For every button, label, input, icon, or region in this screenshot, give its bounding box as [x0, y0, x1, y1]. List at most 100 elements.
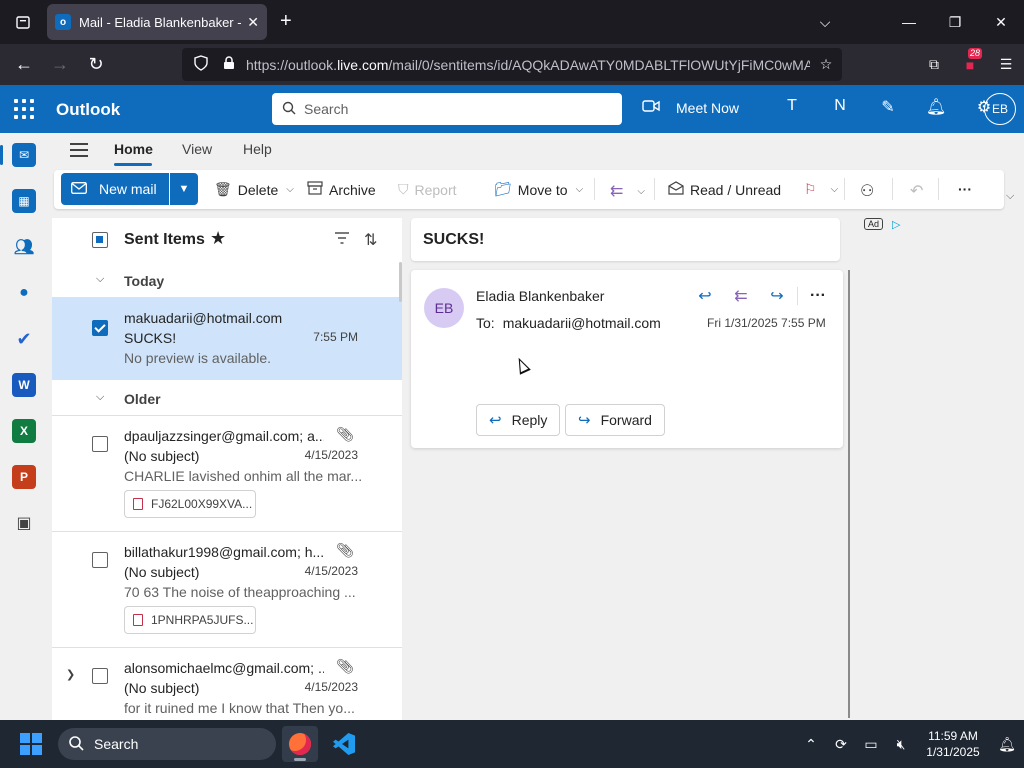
- tray-volume-muted-icon[interactable]: 🔇︎: [886, 736, 916, 753]
- more-options-icon[interactable]: ···: [958, 181, 972, 197]
- new-mail-dropdown-icon[interactable]: ▼: [170, 173, 198, 205]
- message-preview: 70 63 The noise of theapproaching ...: [124, 584, 356, 600]
- recipient[interactable]: makuadarii@hotmail.com: [503, 315, 661, 331]
- tab-close-icon[interactable]: ✕: [247, 14, 259, 31]
- taskbar-clock[interactable]: 11:59 AM 1/31/2025: [916, 728, 990, 760]
- meet-now-button[interactable]: Meet Now: [642, 99, 739, 116]
- reply-all-icon[interactable]: ⇇: [723, 286, 759, 306]
- windows-start-icon[interactable]: [20, 733, 42, 755]
- word-icon[interactable]: W: [12, 373, 36, 397]
- tray-update-icon[interactable]: ⟳: [826, 736, 856, 753]
- delete-button[interactable]: 🗑︎ Delete ⌵: [214, 181, 294, 198]
- chevron-down-icon[interactable]: ⌵: [637, 186, 645, 197]
- flag-button[interactable]: ⚐ ⌵: [804, 181, 838, 198]
- taskbar-vscode[interactable]: [326, 726, 362, 762]
- extensions-icon[interactable]: ⧉: [916, 56, 952, 73]
- message-checkbox[interactable]: [92, 552, 108, 568]
- list-item[interactable]: dpauljazzsinger@gmail.com; a... 📎︎ (No s…: [52, 416, 402, 532]
- app-menu-icon[interactable]: ☰: [988, 56, 1024, 73]
- browser-tab-outlook[interactable]: o Mail - Eladia Blankenbaker - Outlook ✕: [47, 4, 267, 40]
- read-unread-button[interactable]: Read / Unread: [668, 181, 781, 198]
- chevron-down-icon[interactable]: ⌵: [831, 184, 839, 195]
- sender-avatar[interactable]: EB: [424, 288, 464, 328]
- taskbar-search[interactable]: Search: [58, 728, 276, 760]
- message-preview: for it ruined me I know that Then yo...: [124, 700, 355, 716]
- group-header-today[interactable]: ⌵ Today: [52, 262, 402, 298]
- app-launcher-icon[interactable]: [12, 97, 36, 121]
- group-header-older[interactable]: ⌵ Older: [52, 380, 402, 416]
- excel-icon[interactable]: X: [12, 419, 36, 443]
- reload-icon[interactable]: ↻: [78, 49, 114, 81]
- message-checkbox[interactable]: [92, 668, 108, 684]
- back-icon[interactable]: ←: [6, 49, 42, 81]
- archive-button[interactable]: Archive: [307, 181, 376, 198]
- new-tab-icon[interactable]: +: [280, 10, 292, 33]
- tray-notifications-icon[interactable]: 🔔︎: [990, 736, 1024, 753]
- forward-icon[interactable]: ↪: [759, 286, 795, 306]
- ublock-extension-icon[interactable]: ■ 28: [952, 47, 988, 73]
- calendar-icon[interactable]: ▦: [12, 189, 36, 213]
- bookmark-star-icon[interactable]: ☆: [810, 56, 842, 73]
- teams-icon[interactable]: T: [768, 97, 816, 117]
- tray-network-icon[interactable]: ▭: [856, 736, 886, 753]
- list-item[interactable]: ❯ alonsomichaelmc@gmail.com; ... 📎︎ (No …: [52, 648, 402, 720]
- tray-chevron-up-icon[interactable]: ⌃: [796, 736, 826, 753]
- chevron-down-icon[interactable]: ⌵: [576, 184, 584, 195]
- todo-icon[interactable]: ✔: [12, 327, 36, 351]
- sender-name[interactable]: Eladia Blankenbaker: [476, 288, 604, 304]
- more-actions-icon[interactable]: ···: [800, 287, 836, 305]
- groups-icon[interactable]: ●: [12, 281, 36, 305]
- attachment-name: 1PNHRPA5JUFS...: [151, 613, 254, 627]
- groups-button[interactable]: ⚇: [860, 181, 880, 201]
- list-item[interactable]: billathakur1998@gmail.com; h... 📎︎ (No s…: [52, 532, 402, 648]
- expand-thread-icon[interactable]: ❯: [66, 668, 75, 681]
- list-all-tabs-icon[interactable]: ⌵: [802, 14, 848, 31]
- message-list-scrollbar[interactable]: [399, 262, 402, 302]
- app-name[interactable]: Outlook: [56, 100, 120, 120]
- powerpoint-icon[interactable]: P: [12, 465, 36, 489]
- forward-button[interactable]: ↪ Forward: [565, 404, 665, 436]
- minimize-icon[interactable]: —: [886, 14, 932, 30]
- report-button[interactable]: ⛉ Report: [398, 181, 457, 198]
- attachment-chip[interactable]: FJ62L00X99XVA...: [124, 490, 256, 518]
- adchoices-icon[interactable]: ▷: [892, 218, 900, 231]
- reply-icon[interactable]: ↩: [687, 286, 723, 306]
- undo-button[interactable]: ↶: [910, 181, 929, 201]
- lock-icon[interactable]: [218, 56, 240, 73]
- tab-view[interactable]: View: [182, 141, 212, 157]
- tab-home[interactable]: Home: [114, 141, 153, 157]
- search-input[interactable]: Search: [272, 93, 622, 125]
- reply-button[interactable]: ↩ Reply: [476, 404, 561, 436]
- select-all-checkbox[interactable]: [92, 232, 108, 248]
- tracking-shield-icon[interactable]: [190, 55, 212, 74]
- address-bar[interactable]: https://outlook.live.com/mail/0/sentitem…: [182, 48, 842, 81]
- trash-icon: 🗑︎: [214, 181, 232, 197]
- tab-help[interactable]: Help: [243, 141, 272, 157]
- taskbar-firefox[interactable]: [282, 726, 318, 762]
- more-apps-icon[interactable]: ▣: [12, 511, 36, 535]
- people-icon[interactable]: 👥︎: [12, 235, 36, 259]
- mail-icon[interactable]: ✉: [12, 143, 36, 167]
- list-item[interactable]: makuadarii@hotmail.com SUCKS! 7:55 PM No…: [52, 298, 402, 380]
- tab-overview-icon[interactable]: [0, 0, 46, 44]
- ribbon-collapse-icon[interactable]: ⌵: [1006, 190, 1014, 203]
- new-mail-button[interactable]: New mail: [61, 173, 169, 205]
- message-checkbox[interactable]: [92, 436, 108, 452]
- chevron-down-icon[interactable]: ⌵: [286, 184, 294, 195]
- reading-pane-scrollbar[interactable]: [848, 270, 850, 718]
- onenote-icon[interactable]: N: [816, 97, 864, 117]
- move-to-button[interactable]: 📁︎ Move to ⌵: [494, 181, 583, 198]
- reply-all-button[interactable]: ⇇ ⌵: [610, 181, 645, 201]
- filter-icon[interactable]: [334, 231, 350, 247]
- feedback-icon[interactable]: ✎: [864, 97, 912, 117]
- maximize-icon[interactable]: ❐: [932, 14, 978, 31]
- message-checkbox[interactable]: [92, 320, 108, 336]
- forward-icon[interactable]: →: [42, 49, 78, 81]
- attachment-chip[interactable]: 1PNHRPA5JUFS...: [124, 606, 256, 634]
- hamburger-menu-icon[interactable]: [70, 143, 88, 157]
- favorite-star-icon[interactable]: ★: [210, 228, 226, 249]
- user-avatar[interactable]: EB: [984, 93, 1016, 125]
- window-close-icon[interactable]: ✕: [978, 14, 1024, 31]
- sort-icon[interactable]: ⇅: [364, 230, 377, 250]
- notifications-bell-icon[interactable]: 🔔︎: [912, 97, 960, 117]
